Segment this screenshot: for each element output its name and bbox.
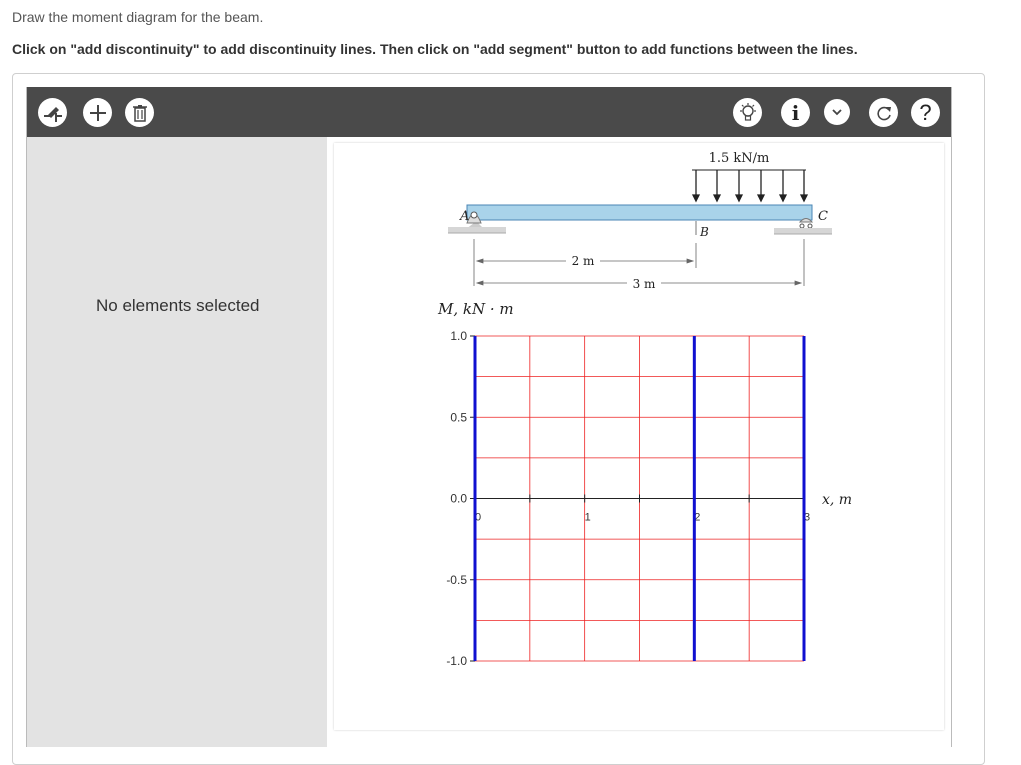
y-tick-label: 0.5 [450, 410, 467, 424]
selection-status: No elements selected [96, 296, 260, 315]
help-button[interactable]: ? [911, 98, 940, 127]
beam-body [466, 204, 813, 221]
properties-panel [27, 137, 327, 747]
y-tick-label: 1.0 [450, 329, 467, 343]
question-instruction: Draw the moment diagram for the beam. [12, 9, 264, 25]
delete-icon [132, 104, 147, 122]
question-directions: Click on "add discontinuity" to add disc… [12, 41, 858, 57]
add-discontinuity-button[interactable] [38, 98, 67, 127]
beam-and-graph: 1.5 kN/m A C B 2 m 3 m M, kN · m x, m 1.… [437, 151, 852, 668]
toolbar: i ? [27, 87, 951, 137]
dim-ac-label: 3 m [633, 277, 656, 291]
distributed-load: 1.5 kN/m [691, 151, 809, 203]
moment-grid: 1.00.50.0-0.5-1.00 1 2 3 [446, 329, 810, 668]
redo-icon [876, 106, 891, 120]
info-button[interactable]: i [781, 98, 810, 127]
y-tick-label: 0.0 [450, 492, 467, 506]
dropdown-chevron-icon [832, 109, 842, 116]
help-icon: ? [919, 99, 932, 125]
add-segment-icon [89, 104, 106, 121]
drawing-canvas[interactable]: 1.5 kN/m A C B 2 m 3 m M, kN · m x, m 1.… [334, 143, 944, 730]
options-dropdown[interactable] [824, 99, 850, 125]
info-icon: i [791, 100, 800, 125]
hint-button[interactable] [733, 98, 762, 127]
support-a-label: A [459, 209, 469, 224]
redo-button[interactable] [869, 98, 898, 127]
hint-bulb-icon [739, 102, 756, 121]
y-tick-label: -1.0 [446, 654, 467, 668]
add-segment-button[interactable] [83, 98, 112, 127]
add-discontinuity-icon [43, 106, 62, 122]
x-axis-label: x, m [822, 492, 852, 508]
dim-ab-label: 2 m [572, 254, 595, 268]
y-axis-label: M, kN · m [437, 300, 514, 318]
load-label: 1.5 kN/m [709, 151, 770, 166]
point-b-label: B [699, 225, 709, 239]
x-tick-label: 1 [585, 512, 591, 524]
delete-button[interactable] [125, 98, 154, 127]
y-tick-label: -0.5 [446, 573, 467, 587]
support-c-label: C [818, 209, 828, 224]
